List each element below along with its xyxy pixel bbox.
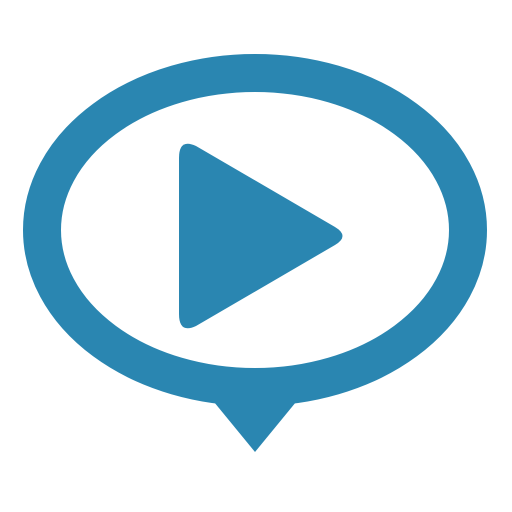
play-icon — [179, 143, 343, 329]
app-icon-canvas — [0, 0, 512, 512]
speech-bubble-tail — [214, 402, 296, 452]
speech-bubble-play-icon — [23, 54, 487, 452]
